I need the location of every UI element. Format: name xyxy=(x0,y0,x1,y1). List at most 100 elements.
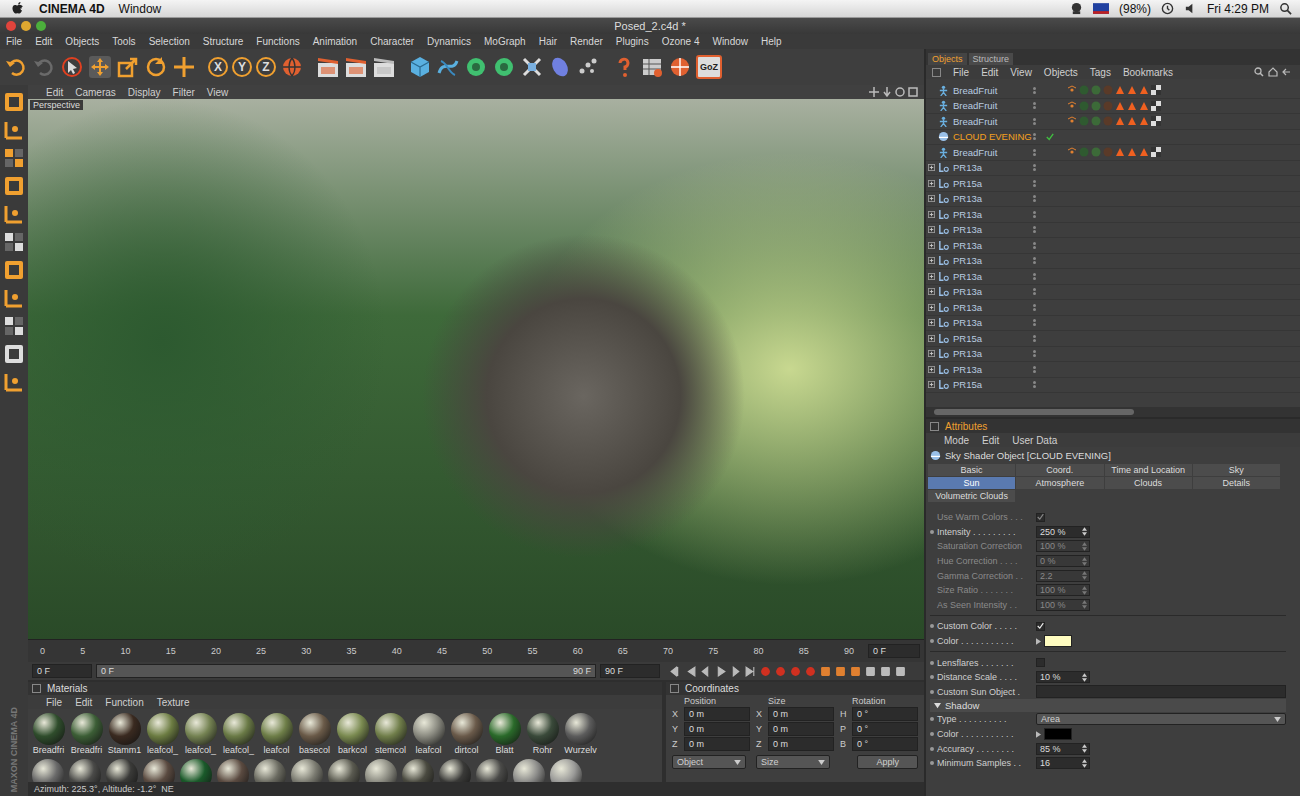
menu-item[interactable]: Window xyxy=(712,36,748,47)
enable-toggle[interactable] xyxy=(1043,133,1057,141)
object-row[interactable]: PR15a xyxy=(926,378,1300,394)
playback-icon[interactable] xyxy=(715,666,726,677)
undo-icon[interactable] xyxy=(4,55,28,79)
hair-tag-icon[interactable] xyxy=(1115,147,1125,157)
menu-item[interactable]: Animation xyxy=(313,36,357,47)
scroll-thumb[interactable] xyxy=(934,409,1134,415)
object-row[interactable]: PR13a xyxy=(926,285,1300,301)
menu-item[interactable]: Edit xyxy=(982,435,999,446)
object-name[interactable]: PR15a xyxy=(953,333,1033,344)
menu-item[interactable]: File xyxy=(953,67,969,78)
expand-toggle[interactable] xyxy=(926,350,936,357)
tag-icon[interactable] xyxy=(1067,116,1077,126)
sheet-icon[interactable] xyxy=(640,55,664,79)
animate-dot[interactable] xyxy=(930,530,934,534)
menu-item[interactable]: Functions xyxy=(256,36,299,47)
viewport-menu-item[interactable]: View xyxy=(207,87,229,98)
hair-tag-icon[interactable] xyxy=(1139,101,1149,111)
uvw-tag-icon[interactable] xyxy=(1151,147,1161,157)
current-frame-field[interactable]: 0 F xyxy=(868,644,920,658)
goz-button[interactable]: GoZ xyxy=(696,55,722,79)
material-tag-icon[interactable] xyxy=(1091,85,1101,95)
menu-item[interactable]: Render xyxy=(570,36,603,47)
attribute-tab[interactable]: Volumetric Clouds xyxy=(928,490,1015,502)
material-tag-icon[interactable] xyxy=(1079,101,1089,111)
material[interactable]: leafcol_ xyxy=(144,713,181,755)
object-name[interactable]: PR13a xyxy=(953,162,1033,173)
home-icon[interactable] xyxy=(1268,67,1278,77)
menu-item[interactable]: File xyxy=(46,697,62,708)
checkbox[interactable] xyxy=(1036,513,1045,522)
object-name[interactable]: BreadFruit xyxy=(953,85,1033,96)
volume-icon[interactable] xyxy=(1184,2,1197,15)
coordinate-field[interactable]: 0 m xyxy=(768,707,834,721)
record-icon[interactable] xyxy=(775,666,786,677)
object-name[interactable]: PR13a xyxy=(953,255,1033,266)
mode-icon[interactable] xyxy=(3,91,25,113)
menu-item[interactable]: Edit xyxy=(35,36,52,47)
material[interactable]: leafcol_ xyxy=(182,713,219,755)
color-swatch[interactable] xyxy=(1044,728,1072,740)
number-field[interactable]: 2.2 xyxy=(1036,570,1090,582)
object-row[interactable]: PR13a xyxy=(926,362,1300,378)
record-icon[interactable] xyxy=(790,666,801,677)
key-icon[interactable] xyxy=(835,666,846,677)
visibility-toggles[interactable] xyxy=(1033,366,1043,373)
object-name[interactable]: BreadFruit xyxy=(953,100,1033,111)
expand-toggle[interactable] xyxy=(926,180,936,187)
viewport-menu-item[interactable]: Filter xyxy=(173,87,195,98)
expand-toggle[interactable] xyxy=(926,226,936,233)
range-slider[interactable]: 0 F 90 F xyxy=(96,664,596,678)
timeline-ruler[interactable]: 051015202530354045505560657075808590 xyxy=(34,646,858,656)
menu-item[interactable]: Tools xyxy=(112,36,135,47)
attribute-tab[interactable]: Basic xyxy=(928,464,1015,476)
object-row[interactable]: PR13a xyxy=(926,316,1300,332)
visibility-toggles[interactable] xyxy=(1033,149,1043,156)
playback-icon[interactable] xyxy=(670,666,681,677)
hair-tag-icon[interactable] xyxy=(1127,116,1137,126)
material-preview[interactable] xyxy=(550,759,582,782)
start-frame-field[interactable]: 0 F xyxy=(32,664,92,678)
hair-tag-icon[interactable] xyxy=(1127,101,1137,111)
visibility-toggles[interactable] xyxy=(1033,319,1043,326)
attribute-tab[interactable]: Time and Location xyxy=(1105,464,1192,476)
material-preview[interactable] xyxy=(180,759,212,782)
render-clap-icon[interactable] xyxy=(316,55,340,79)
redo-icon[interactable] xyxy=(32,55,56,79)
spinner-icon[interactable] xyxy=(1082,542,1087,551)
object-row[interactable]: PR13a xyxy=(926,238,1300,254)
object-name[interactable]: PR13a xyxy=(953,286,1033,297)
maximize-icon[interactable] xyxy=(908,87,918,97)
animate-dot[interactable] xyxy=(930,761,934,765)
ball-icon[interactable] xyxy=(668,55,692,79)
object-row[interactable]: BreadFruit xyxy=(926,83,1300,99)
hair-tag-icon[interactable] xyxy=(1127,85,1137,95)
pan-icon[interactable] xyxy=(869,87,879,97)
horizontal-scrollbar[interactable] xyxy=(926,407,1300,417)
material-preview[interactable] xyxy=(217,759,249,782)
animate-dot[interactable] xyxy=(930,639,934,643)
material-preview[interactable] xyxy=(291,759,323,782)
mode-icon[interactable] xyxy=(3,371,25,393)
object-name[interactable]: PR13a xyxy=(953,209,1033,220)
number-field[interactable]: 10 % xyxy=(1036,671,1090,683)
material-preview[interactable] xyxy=(143,759,175,782)
object-row[interactable]: BreadFruit xyxy=(926,145,1300,161)
material-preview[interactable] xyxy=(402,759,434,782)
object-row[interactable]: PR13a xyxy=(926,161,1300,177)
material-tag-icon[interactable] xyxy=(1103,116,1113,126)
uvw-tag-icon[interactable] xyxy=(1151,101,1161,111)
material[interactable]: basecol xyxy=(296,713,333,755)
blob-icon[interactable] xyxy=(548,55,572,79)
hair-tag-icon[interactable] xyxy=(1127,147,1137,157)
spinner-icon[interactable] xyxy=(1082,557,1087,566)
key-icon[interactable] xyxy=(850,666,861,677)
plus-icon[interactable] xyxy=(172,55,196,79)
object-row[interactable]: BreadFruit xyxy=(926,114,1300,130)
gear-icon[interactable] xyxy=(464,55,488,79)
material-tag-icon[interactable] xyxy=(1079,116,1089,126)
animate-dot[interactable] xyxy=(930,690,934,694)
flag-icon[interactable] xyxy=(1093,3,1109,14)
expand-toggle[interactable] xyxy=(926,319,936,326)
axis-lock-button[interactable]: Y xyxy=(232,57,252,77)
